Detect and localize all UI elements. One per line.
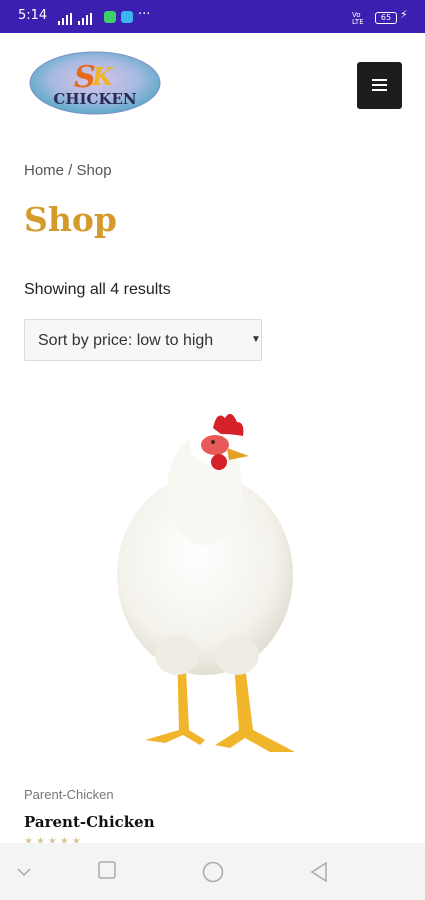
chevron-down-icon[interactable] [17,868,31,877]
signal-icon [58,13,72,25]
caret-down-icon: ▼ [251,334,261,345]
system-nav-bar [0,843,425,900]
back-icon[interactable] [310,862,328,882]
breadcrumb-separator: / [64,162,77,179]
product-category-link[interactable]: Parent-Chicken [24,787,114,802]
svg-text:K: K [91,62,114,91]
sort-selected-value: Sort by price: low to high [38,332,214,349]
home-circle-icon[interactable] [202,861,224,883]
product-image[interactable] [105,400,305,775]
breadcrumb-home-link[interactable]: Home [24,162,64,179]
battery-icon: 65 [375,12,397,24]
sort-select[interactable]: Sort by price: low to high ▼ [24,319,262,361]
more-notifications-icon: ··· [138,7,151,22]
product-title-link[interactable]: Parent-Chicken [24,813,155,831]
page-title: Shop [24,200,117,239]
site-logo[interactable]: S K CHICKEN [28,49,162,117]
breadcrumb-current: Shop [76,162,112,179]
messaging-app-icon [121,11,133,23]
signal-icon [78,13,92,25]
logo-text: CHICKEN [53,90,137,108]
volte-icon: Vo LTE [352,11,364,26]
results-count: Showing all 4 results [24,281,171,298]
menu-button[interactable] [357,62,402,109]
charging-icon: ⚡ [400,8,408,21]
recents-square-icon[interactable] [98,861,116,879]
status-time: 5:14 [18,8,48,23]
status-bar: 5:14 ··· Vo LTE 65 ⚡ [0,0,425,33]
whatsapp-icon [104,11,116,23]
breadcrumb: Home / Shop [24,162,112,179]
